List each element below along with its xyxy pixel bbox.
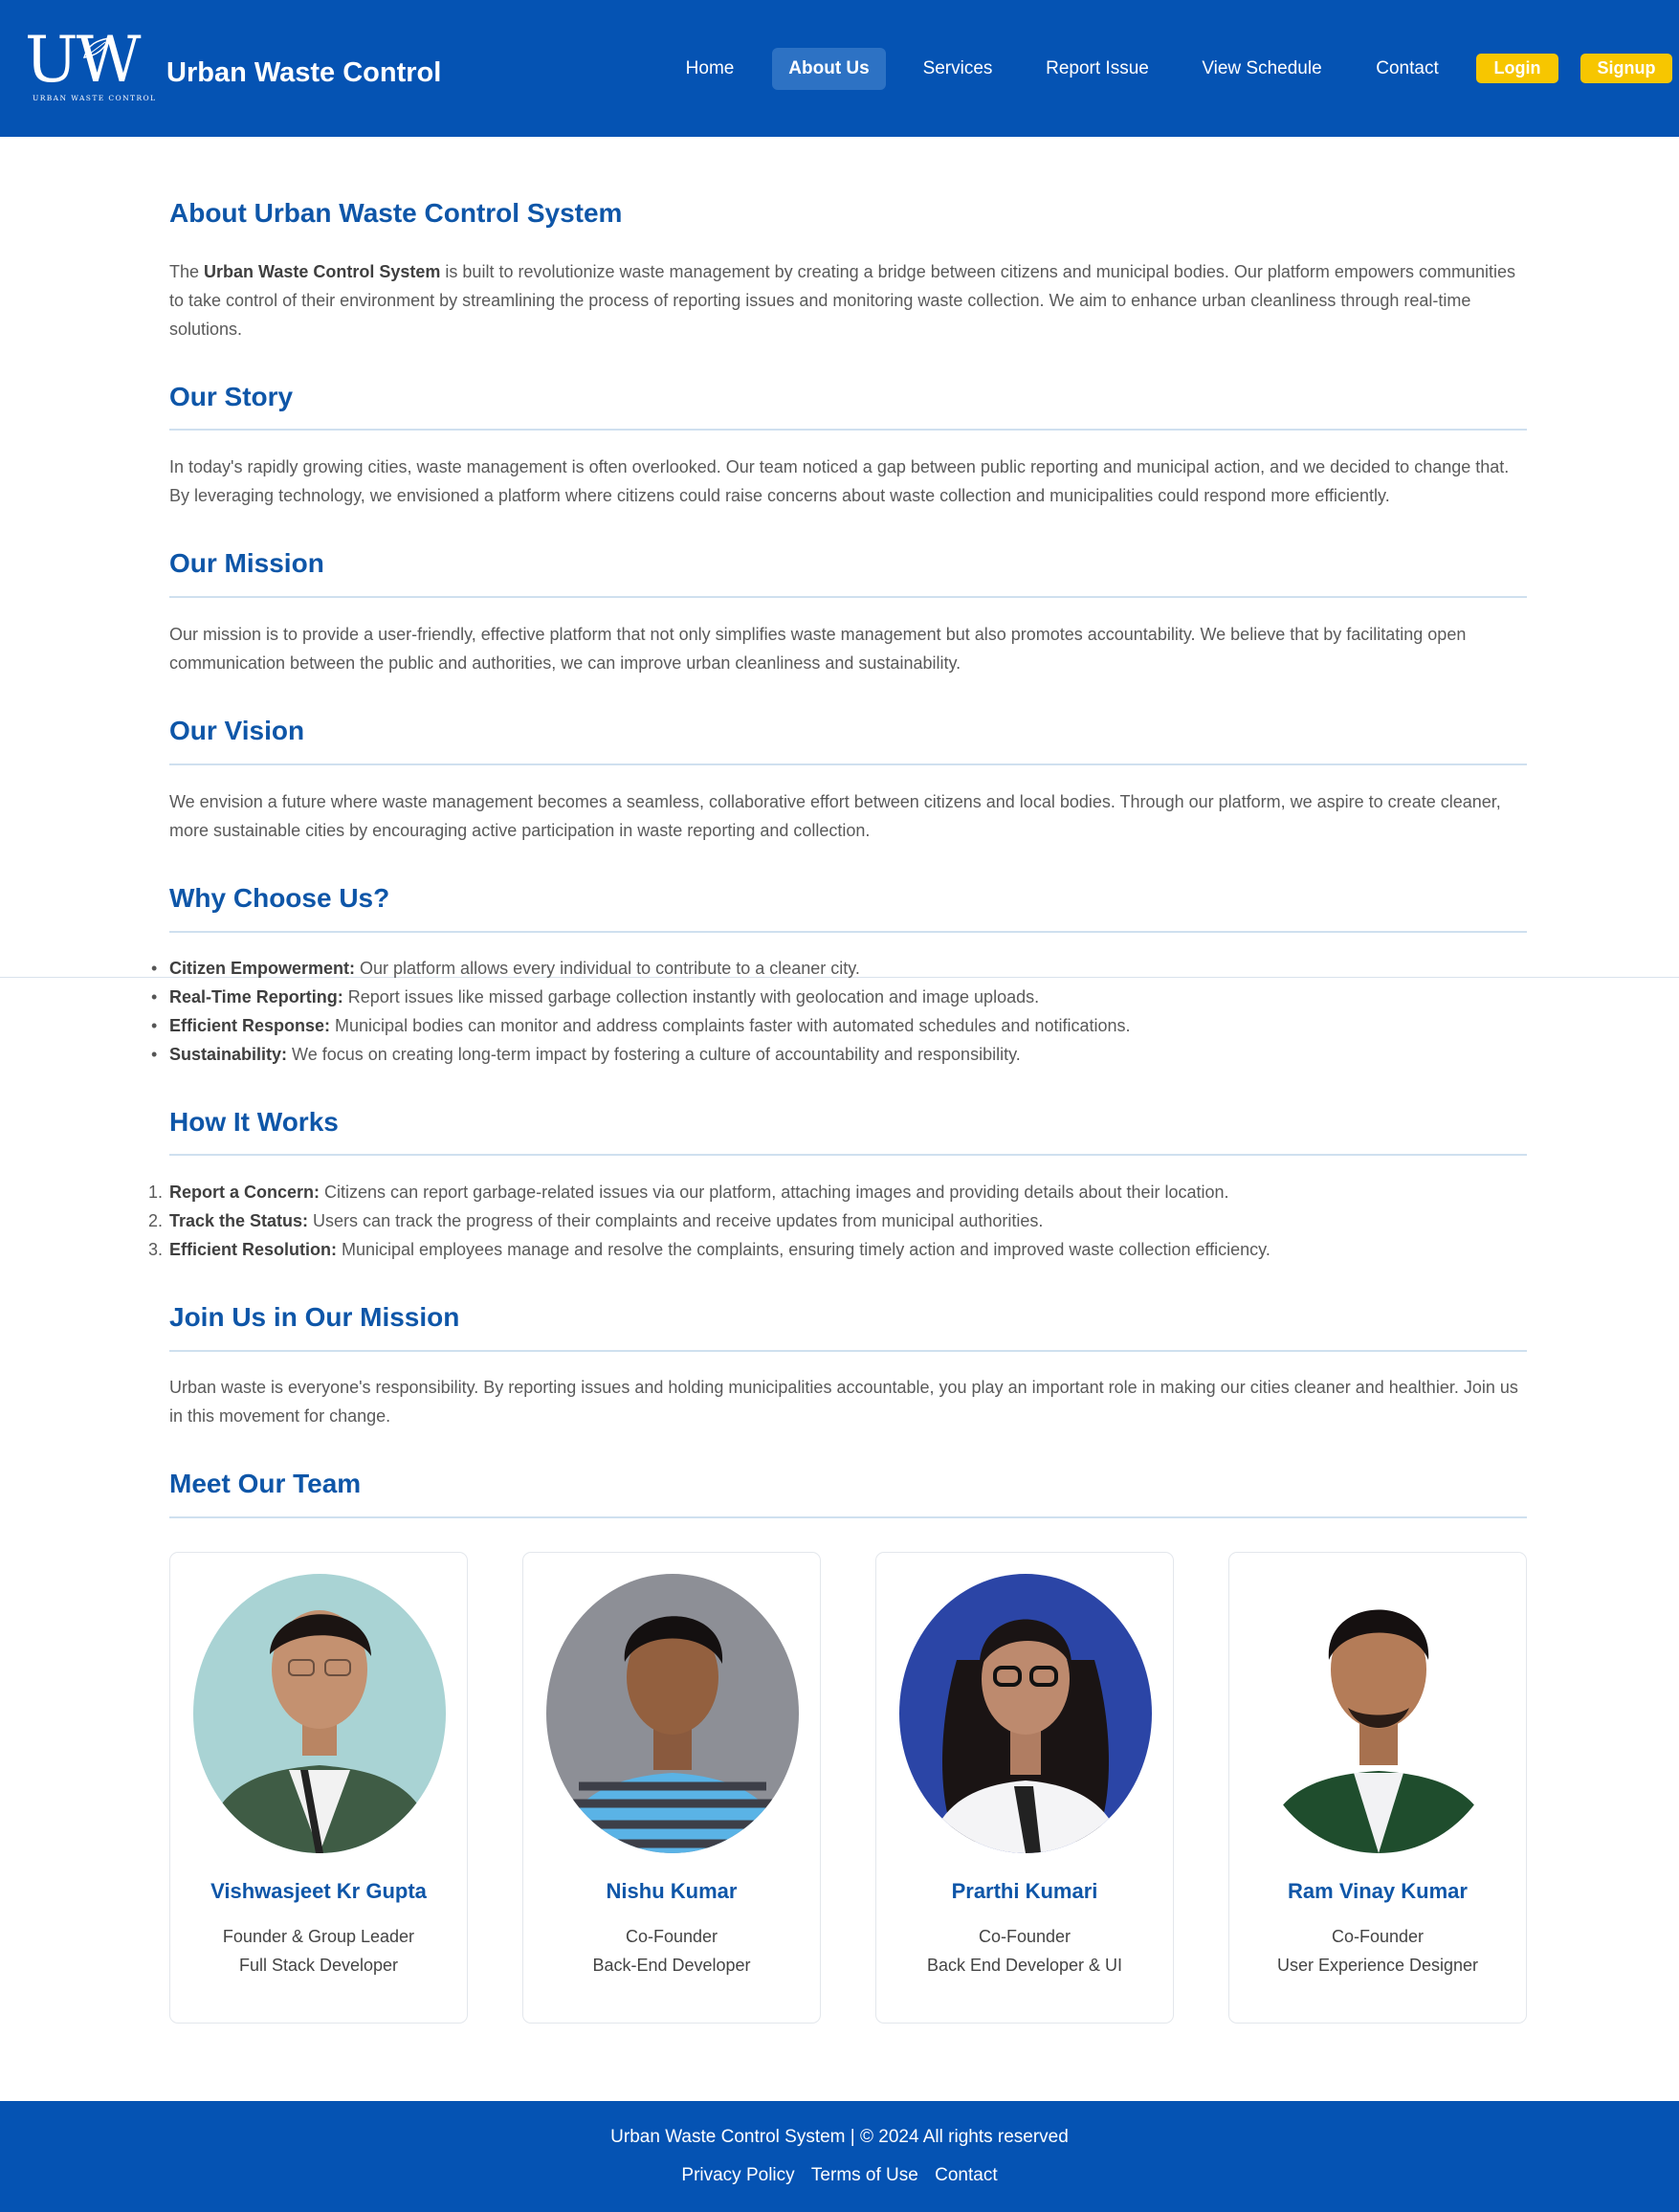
avatar (546, 1574, 799, 1853)
team-title: Meet Our Team (169, 1469, 362, 1498)
avatar (193, 1574, 446, 1853)
vision-divider (169, 763, 1527, 765)
vision-title: Our Vision (169, 716, 305, 745)
site-logo[interactable]: UW URBAN WASTE CONTROL (25, 29, 155, 105)
portrait-prarthi (899, 1574, 1152, 1853)
portrait-ram-vinay (1252, 1574, 1505, 1853)
portrait-nishu (546, 1574, 799, 1853)
why-title: Why Choose Us? (169, 883, 390, 913)
team-card-ram-vinay: Ram Vinay Kumar Co-Founder User Experien… (1228, 1552, 1527, 2024)
team-card-prarthi: Prarthi Kumari Co-Founder Back End Devel… (875, 1552, 1174, 2024)
site-footer: Urban Waste Control System | © 2024 All … (0, 2101, 1679, 2212)
about-title: About Urban Waste Control System (169, 198, 623, 228)
nav-home[interactable]: Home (676, 48, 743, 90)
list-item: 2. Track the Status: Users can track the … (148, 1211, 1044, 1230)
how-title: How It Works (169, 1107, 339, 1137)
mission-divider (169, 596, 1527, 598)
nav-services[interactable]: Services (914, 48, 1002, 90)
footer-link-privacy[interactable]: Privacy Policy (681, 2165, 794, 2185)
nav-view-schedule[interactable]: View Schedule (1196, 48, 1328, 90)
nav-contact[interactable]: Contact (1369, 48, 1446, 90)
footer-link-contact[interactable]: Contact (935, 2165, 997, 2185)
nav-about-us[interactable]: About Us (772, 48, 886, 90)
list-item: Real-Time Reporting: Report issues like … (151, 983, 1528, 1011)
team-divider (169, 1516, 1527, 1518)
logo-subtext: URBAN WASTE CONTROL (33, 94, 157, 102)
site-header: UW URBAN WASTE CONTROL Urban Waste Contr… (0, 0, 1679, 137)
list-item: Citizen Empowerment: Our platform allows… (151, 954, 1528, 983)
member-name: Prarthi Kumari (951, 1879, 1098, 1903)
list-item: Sustainability: We focus on creating lon… (151, 1040, 1528, 1069)
login-button[interactable]: Login (1476, 54, 1558, 83)
member-name: Vishwasjeet Kr Gupta (210, 1879, 427, 1903)
how-steps: 1. Report a Concern: Citizens can report … (148, 1178, 1528, 1264)
how-divider (169, 1154, 1527, 1156)
story-divider (169, 429, 1527, 431)
why-divider (169, 931, 1527, 933)
member-name: Nishu Kumar (606, 1879, 738, 1903)
join-title: Join Us in Our Mission (169, 1302, 460, 1332)
avatar (1252, 1574, 1505, 1853)
footer-link-terms[interactable]: Terms of Use (811, 2165, 918, 2185)
join-divider (169, 1350, 1527, 1352)
list-item: Efficient Response: Municipal bodies can… (151, 1011, 1528, 1040)
list-item: 1. Report a Concern: Citizens can report … (148, 1183, 1229, 1202)
avatar (899, 1574, 1152, 1853)
member-role: Co-Founder User Experience Designer (1276, 1927, 1479, 1975)
nav-report-issue[interactable]: Report Issue (1040, 48, 1155, 90)
story-text: In today's rapidly growing cities, waste… (169, 457, 1510, 505)
join-text: Urban waste is everyone's responsibility… (169, 1378, 1518, 1426)
member-role: Co-Founder Back-End Developer (592, 1927, 751, 1975)
about-intro: The Urban Waste Control System is built … (169, 262, 1515, 339)
story-title: Our Story (169, 382, 294, 411)
team-card-nishu: Nishu Kumar Co-Founder Back-End Develope… (522, 1552, 821, 2024)
mission-text: Our mission is to provide a user-friendl… (169, 625, 1467, 673)
portrait-vishwasjeet (193, 1574, 446, 1853)
member-role: Founder & Group Leader Full Stack Develo… (222, 1927, 415, 1975)
footer-links: Privacy Policy Terms of Use Contact (0, 2165, 1679, 2186)
list-item: 3. Efficient Resolution: Municipal employ… (148, 1240, 1270, 1259)
team-card-vishwasjeet: Vishwasjeet Kr Gupta Founder & Group Lea… (169, 1552, 468, 2024)
member-role: Co-Founder Back End Developer & UI (926, 1927, 1123, 1975)
vision-text: We envision a future where waste managem… (169, 792, 1501, 840)
brand-name[interactable]: Urban Waste Control (166, 57, 441, 89)
mission-title: Our Mission (169, 548, 324, 578)
signup-button[interactable]: Signup (1580, 54, 1672, 83)
about-intro-bold: Urban Waste Control System (204, 262, 441, 281)
member-name: Ram Vinay Kumar (1288, 1879, 1468, 1903)
logo-leaf-icon (82, 37, 111, 58)
why-list: Citizen Empowerment: Our platform allows… (151, 954, 1528, 1069)
copyright: Urban Waste Control System | © 2024 All … (610, 2127, 1069, 2147)
